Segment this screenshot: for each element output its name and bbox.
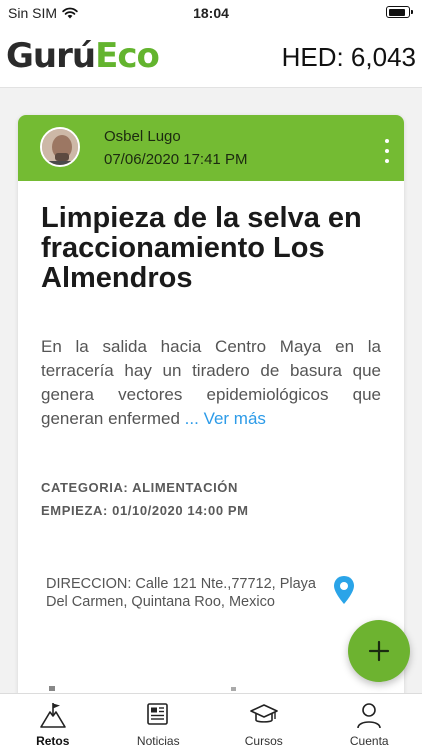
status-time: 18:04 bbox=[193, 5, 229, 21]
tab-label-retos: Retos bbox=[36, 734, 70, 748]
tab-label-cuenta: Cuenta bbox=[349, 734, 389, 748]
status-bar: Sin SIM 18:04 bbox=[0, 0, 422, 26]
avatar-photo-icon bbox=[42, 129, 78, 165]
tab-noticias[interactable]: Noticias bbox=[106, 694, 212, 750]
next-section-peek bbox=[49, 686, 236, 691]
post-author: Osbel Lugo bbox=[104, 128, 181, 145]
logo-text-eco: Eco bbox=[95, 36, 160, 76]
tab-label-cursos: Cursos bbox=[244, 734, 283, 748]
challenge-category: CATEGORIA: ALIMENTACIÓN bbox=[41, 480, 238, 495]
challenge-card[interactable]: Osbel Lugo 07/06/2020 17:41 PM Limpieza … bbox=[18, 115, 404, 693]
app-header: GurúEco HED: 6,043 bbox=[0, 26, 422, 88]
map-pin-icon[interactable] bbox=[332, 575, 356, 605]
app-logo: GurúEco bbox=[6, 36, 160, 76]
mountain-flag-icon bbox=[39, 703, 66, 728]
challenge-start-date: EMPIEZA: 01/10/2020 14:00 PM bbox=[41, 503, 249, 518]
add-challenge-button[interactable] bbox=[348, 620, 410, 682]
tab-label-noticias: Noticias bbox=[136, 734, 180, 748]
challenge-description: En la salida hacia Centro Maya en la ter… bbox=[41, 335, 381, 431]
read-more-link[interactable]: ... Ver más bbox=[185, 409, 266, 428]
graduation-cap-icon bbox=[249, 704, 278, 723]
tab-cursos[interactable]: Cursos bbox=[211, 694, 317, 750]
challenge-title: Limpieza de la selva en fraccionamiento … bbox=[41, 202, 362, 294]
post-date: 07/06/2020 17:41 PM bbox=[104, 151, 248, 168]
more-options-icon[interactable] bbox=[380, 139, 394, 163]
tab-retos[interactable]: Retos bbox=[0, 694, 106, 750]
logo-text-guru: Gurú bbox=[6, 36, 96, 76]
tab-cuenta[interactable]: Cuenta bbox=[317, 694, 422, 750]
challenge-address: DIRECCION: Calle 121 Nte.,77712, Playa D… bbox=[46, 576, 316, 610]
battery-level-fill bbox=[388, 8, 405, 16]
challenge-feed[interactable]: Osbel Lugo 07/06/2020 17:41 PM Limpieza … bbox=[0, 88, 422, 693]
avatar[interactable] bbox=[40, 127, 80, 167]
newspaper-icon bbox=[147, 703, 169, 725]
points-balance: HED: 6,043 bbox=[281, 42, 416, 72]
plus-icon bbox=[368, 640, 390, 662]
bottom-tab-bar: Retos Noticias Cursos Cuenta bbox=[0, 693, 422, 750]
card-header: Osbel Lugo 07/06/2020 17:41 PM bbox=[18, 115, 404, 181]
battery-icon bbox=[386, 6, 413, 18]
user-icon bbox=[357, 703, 382, 729]
